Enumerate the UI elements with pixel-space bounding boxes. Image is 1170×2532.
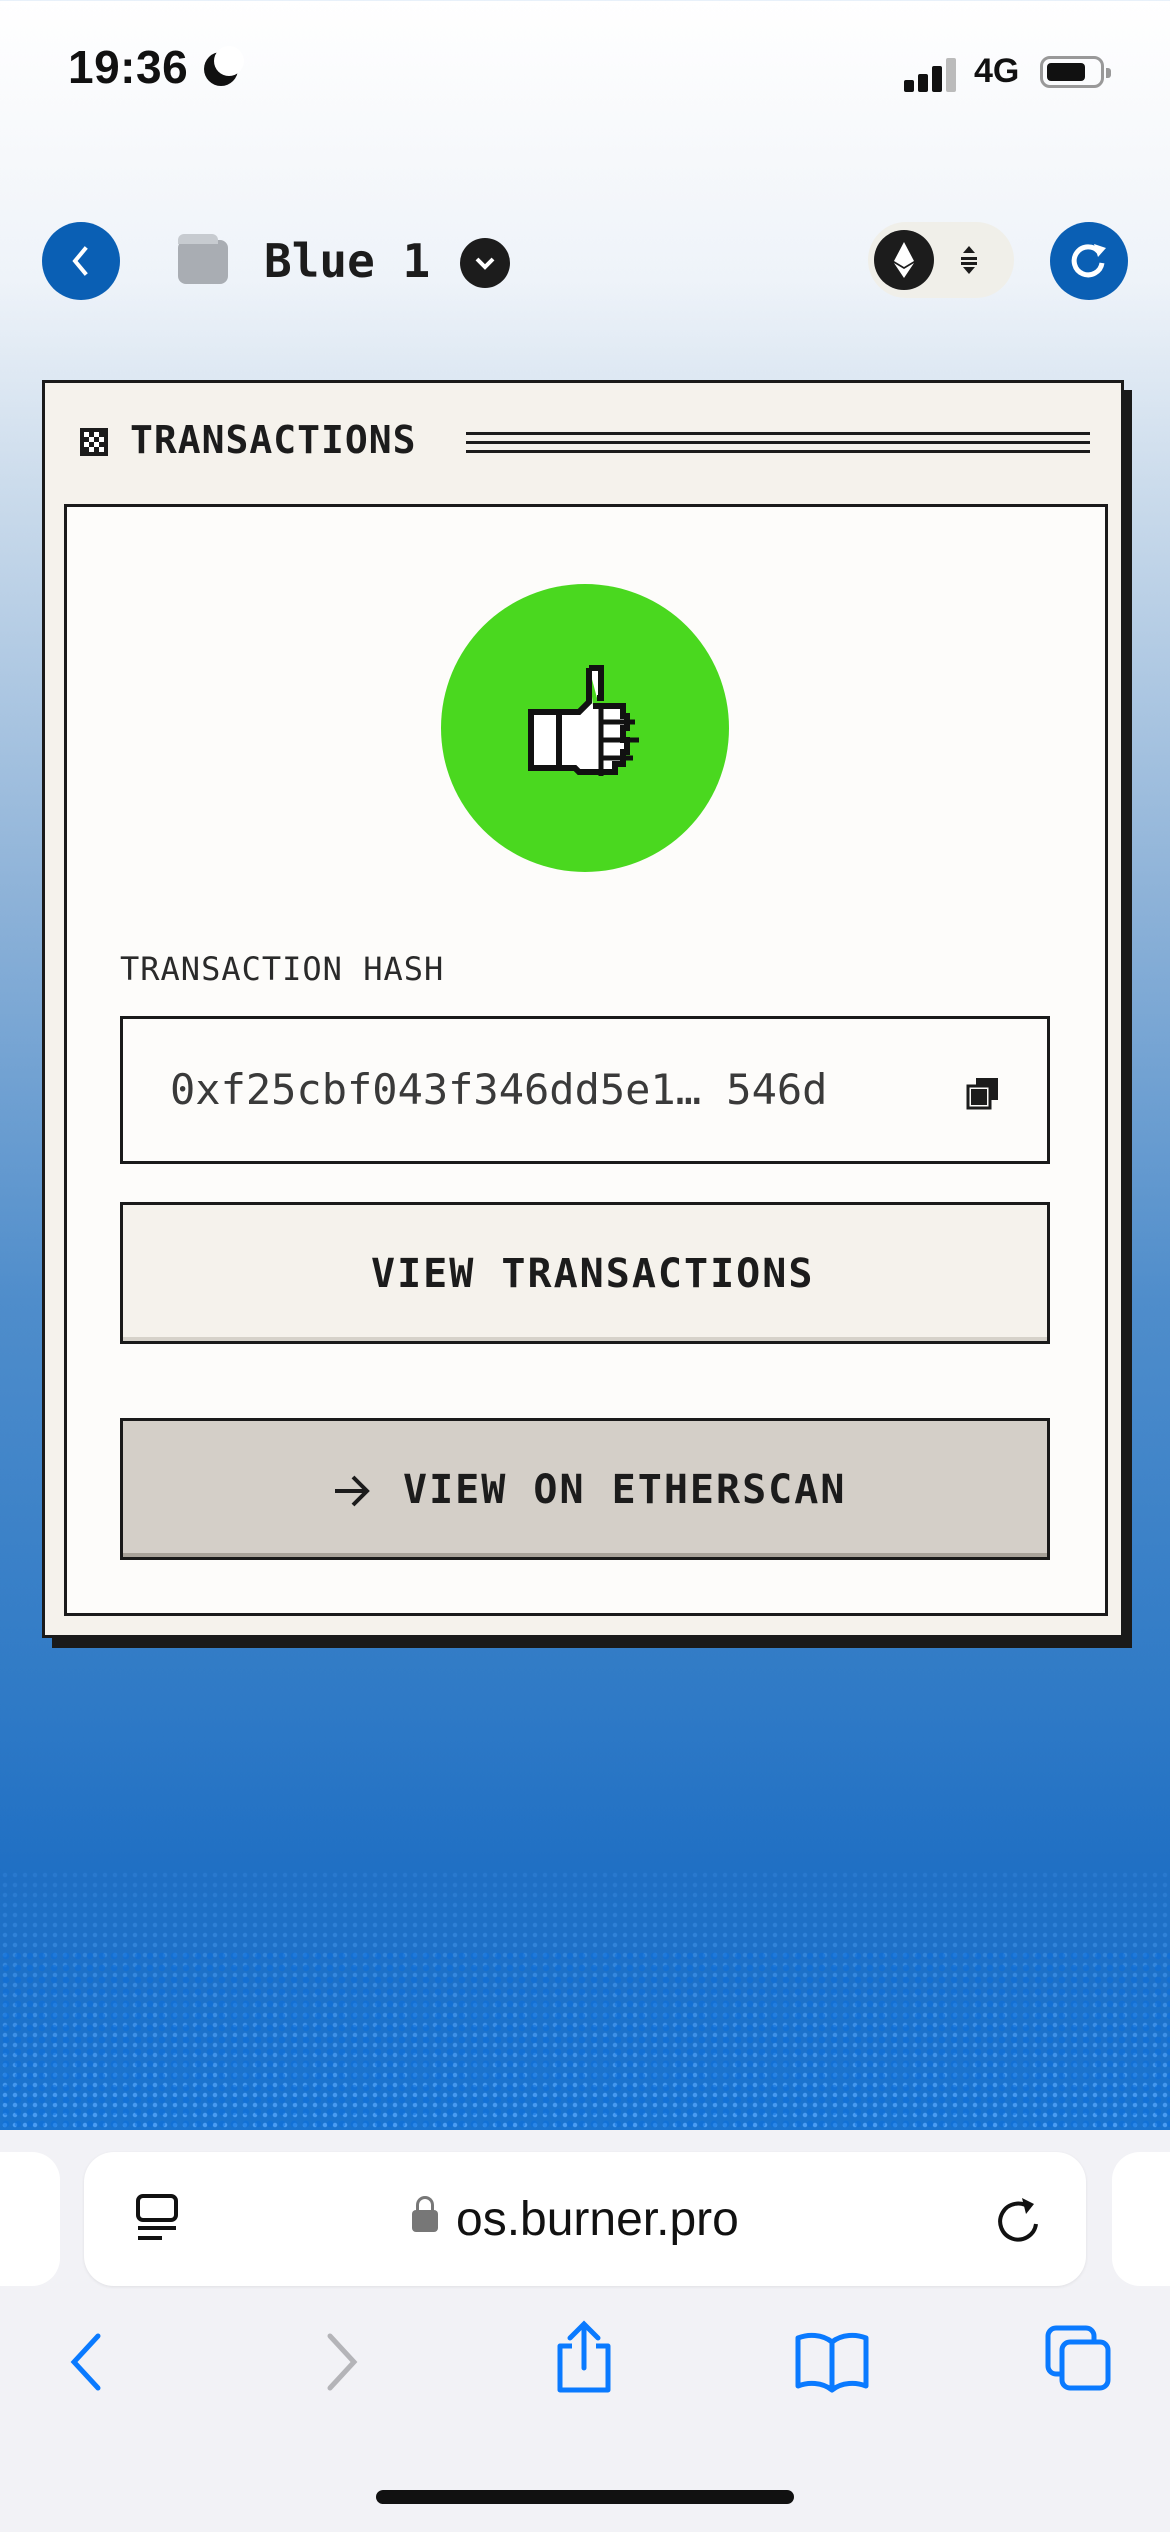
previous-tab-peek[interactable] <box>0 2152 60 2286</box>
tabs-icon[interactable] <box>1044 2324 1114 2394</box>
next-tab-peek[interactable] <box>1112 2152 1170 2286</box>
reader-icon[interactable] <box>134 2192 184 2244</box>
checker-icon <box>80 428 108 456</box>
chevron-left-icon <box>72 246 88 276</box>
status-bar: 19:36 4G <box>0 0 1170 150</box>
transaction-hash-value: 0xf25cbf043f346dd5e1… 546d <box>170 1065 828 1114</box>
status-time: 19:36 <box>68 41 189 93</box>
share-icon[interactable] <box>552 2320 616 2396</box>
wallet-dropdown-button[interactable] <box>460 238 510 288</box>
success-badge <box>441 584 729 872</box>
browser-forward-icon[interactable] <box>316 2330 366 2394</box>
view-on-etherscan-label: VIEW ON ETHERSCAN <box>403 1467 847 1513</box>
refresh-button[interactable] <box>1050 222 1128 300</box>
browser-back-icon[interactable] <box>62 2330 112 2394</box>
lock-icon <box>412 2196 438 2232</box>
bookmarks-icon[interactable] <box>794 2330 870 2394</box>
ethereum-icon <box>874 230 934 290</box>
title-rule <box>466 432 1090 454</box>
chevron-down-icon <box>475 257 495 270</box>
signal-icon <box>904 56 960 92</box>
refresh-icon <box>1071 244 1106 278</box>
moon-icon <box>204 46 244 86</box>
transaction-hash-label: TRANSACTION HASH <box>120 950 445 988</box>
thumbs-up-icon <box>528 665 639 776</box>
wallet-name[interactable]: Blue 1 <box>264 234 430 288</box>
home-indicator <box>376 2490 794 2504</box>
wallet-icon <box>178 234 228 284</box>
background-dither-dark <box>0 1950 1170 2130</box>
network-type: 4G <box>974 52 1020 90</box>
copy-icon[interactable] <box>966 1076 1000 1110</box>
url-text[interactable]: os.burner.pro <box>456 2192 739 2247</box>
card-title: TRANSACTIONS <box>130 418 417 462</box>
battery-icon <box>1040 56 1111 88</box>
view-on-etherscan-button[interactable]: VIEW ON ETHERSCAN <box>120 1418 1050 1560</box>
back-button[interactable] <box>42 222 120 300</box>
arrow-right-icon <box>335 1475 370 1507</box>
view-transactions-button[interactable]: VIEW TRANSACTIONS <box>120 1202 1050 1344</box>
reload-icon[interactable] <box>994 2194 1044 2246</box>
view-transactions-label: VIEW TRANSACTIONS <box>371 1251 815 1297</box>
swap-icon <box>961 246 977 274</box>
